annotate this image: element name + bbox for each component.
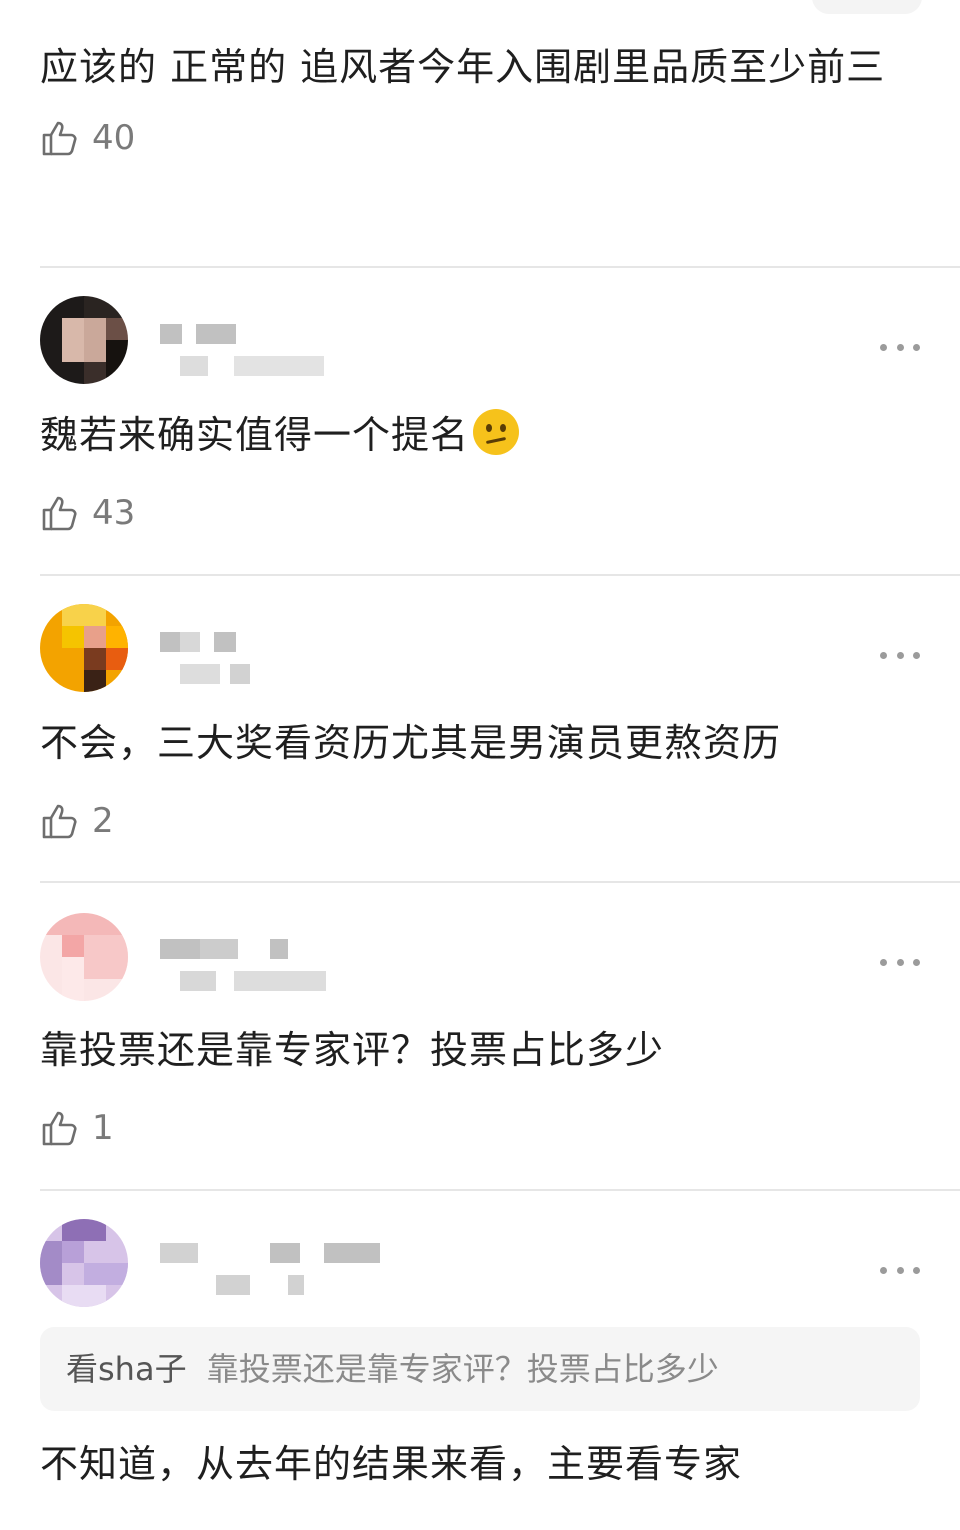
avatar[interactable] (40, 913, 128, 1001)
more-dots-icon (880, 1266, 887, 1274)
like-count: 1 (92, 1108, 114, 1148)
more-button[interactable] (880, 648, 920, 662)
more-button[interactable] (880, 1263, 920, 1277)
like-count: 43 (92, 493, 136, 533)
more-button[interactable] (880, 340, 920, 354)
comment-3: 不会，三大奖看资历尤其是男演员更熬资历 2 (0, 576, 960, 882)
comment-text: 不知道，从去年的结果来看，主要看专家 (40, 1442, 743, 1486)
comment-text-body: 魏若来确实值得一个提名 (40, 413, 470, 457)
avatar[interactable] (40, 296, 128, 384)
thumbs-up-icon (42, 804, 77, 839)
like-button[interactable]: 40 (0, 110, 960, 166)
thumbs-up-icon (42, 496, 77, 531)
avatar[interactable] (40, 604, 128, 692)
comment-4: 靠投票还是靠专家评？投票占比多少 1 (0, 883, 960, 1189)
reply-quote[interactable]: 看sha子 靠投票还是靠专家评？投票占比多少 (40, 1327, 920, 1411)
like-button[interactable]: 2 (0, 793, 154, 849)
confused-face-emoji (473, 409, 520, 455)
more-dots-icon (880, 958, 887, 966)
avatar[interactable] (40, 1219, 128, 1307)
thumbs-up-icon (42, 121, 77, 156)
comment-text: 不会，三大奖看资历尤其是男演员更熬资历 (40, 721, 782, 765)
like-button[interactable]: 1 (0, 1100, 154, 1156)
quote-text: 靠投票还是靠专家评？投票占比多少 (206, 1350, 719, 1388)
more-button[interactable] (880, 955, 920, 969)
quote-author[interactable]: 看sha子 (66, 1350, 187, 1388)
more-dots-icon (880, 343, 887, 351)
comment-text: 魏若来确实值得一个提名 (0, 404, 559, 466)
like-button[interactable]: 43 (0, 485, 175, 541)
thumbs-up-icon (42, 1111, 77, 1146)
comment-text: 应该的 正常的 追风者今年入围剧里品质至少前三 (40, 45, 886, 89)
like-count: 40 (92, 118, 136, 158)
comment-2: 魏若来确实值得一个提名 43 (0, 268, 960, 574)
comment-text: 靠投票还是靠专家评？投票占比多少 (40, 1028, 665, 1072)
comment-5: 看sha子 靠投票还是靠专家评？投票占比多少 不知道，从去年的结果来看，主要看专… (0, 1191, 960, 1530)
top-pill (812, 0, 922, 14)
more-dots-icon (880, 651, 887, 659)
comment-1: 应该的 正常的 追风者今年入围剧里品质至少前三 40 (0, 36, 960, 166)
like-count: 2 (92, 801, 114, 841)
